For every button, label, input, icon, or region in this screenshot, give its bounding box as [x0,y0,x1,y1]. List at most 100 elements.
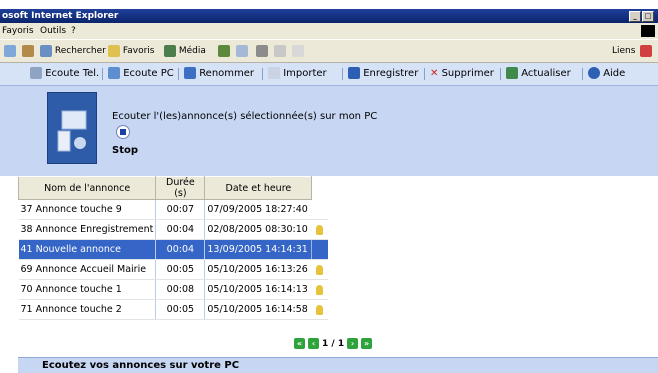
minimize-button[interactable]: _ [629,11,641,22]
actualiser-button[interactable]: Actualiser [506,67,571,81]
table-header-row: Nom de l'annonce Durée (s) Date et heure [17,176,329,200]
column-header-date[interactable]: Date et heure [204,176,313,200]
supprimer-button[interactable]: ✕ Supprimer [430,67,494,81]
maximize-button[interactable]: □ [642,11,654,22]
favorites-button[interactable]: Favoris [108,44,154,58]
app-toolbar: Ecoute Tel. Ecoute PC Renommer Importer … [0,63,658,86]
toolbar-divider [102,68,103,80]
search-label: Rechercher [54,46,106,56]
cell-name: 69 Annonce Accueil Mairie [18,259,156,280]
ecoute-pc-button[interactable]: Ecoute PC [108,67,174,81]
menu-bar: Fayoris Outils ? [0,23,658,39]
toolbar-divider [262,68,263,80]
panel-message: Ecouter l'(les)annonce(s) sélectionnée(s… [112,111,378,122]
column-header-duration[interactable]: Durée (s) [155,176,206,200]
menu-item-favoris[interactable]: Fayoris [2,23,34,39]
cell-name: 41 Nouvelle annonce [18,239,156,260]
table-row[interactable]: 38 Annonce Enregistrement 00:04 02/08/2005… [18,219,329,240]
table-row[interactable]: 69 Annonce Accueil Mairie 00:05 05/10/2005… [18,259,329,280]
menu-item-help[interactable]: ? [71,23,76,39]
cell-duration: 00:07 [155,199,206,220]
action-panel [0,86,658,176]
rename-icon [184,67,196,79]
cell-status [311,299,329,320]
previous-page-icon[interactable]: ‹ [308,338,319,349]
importer-label: Importer [283,68,327,79]
mail-icon[interactable] [236,44,248,58]
cell-duration: 00:08 [155,279,206,300]
stop-button[interactable] [116,125,130,139]
print-icon[interactable] [256,44,268,58]
phone-icon [30,67,42,79]
pager: « ‹ 1 / 1 › » [294,338,373,349]
title-bar: osoft Internet Explorer _ □ [0,9,658,23]
bell-icon [315,304,323,315]
favorites-label: Favoris [122,46,155,56]
cell-status [311,259,329,280]
history-icon[interactable] [218,44,230,58]
table-row[interactable]: 41 Nouvelle annonce 00:04 13/09/2005 14:14… [18,239,329,260]
cell-duration: 00:05 [155,259,206,280]
media-button[interactable]: Média [164,44,206,58]
links-label[interactable]: Liens [612,44,635,58]
toolbar-divider [178,68,179,80]
last-page-icon[interactable]: » [361,338,373,349]
edit-icon[interactable] [274,44,286,58]
home-icon[interactable] [22,44,34,58]
table-row[interactable]: 37 Annonce touche 9 00:07 07/09/2005 18:27… [18,199,329,220]
computer-icon-drawing [57,110,87,152]
windows-logo-icon [641,25,655,37]
media-label: Média [178,46,206,56]
bell-icon [315,284,323,295]
search-button[interactable]: Rechercher [40,44,106,58]
cell-name: 38 Annonce Enregistrement [18,219,156,240]
refresh-icon [506,67,518,79]
import-icon [268,67,280,79]
next-page-icon[interactable]: › [347,338,359,349]
toolbar-divider [342,68,343,80]
page-indicator: 1 / 1 [322,338,345,349]
media-icon [164,44,176,57]
cell-duration: 00:05 [155,299,206,320]
cell-name: 37 Annonce touche 9 [18,199,156,220]
importer-button[interactable]: Importer [268,67,327,81]
bell-icon [315,264,323,275]
toolbar-divider [500,68,501,80]
aide-button[interactable]: Aide [588,67,625,81]
cell-date: 05/10/2005 16:14:58 [204,299,312,320]
ecoute-tel-button[interactable]: Ecoute Tel. [30,67,99,81]
ie-toolbar: Rechercher Favoris Média Liens [0,39,658,63]
enregistrer-label: Enregistrer [363,68,419,79]
supprimer-label: Supprimer [441,68,494,79]
renommer-button[interactable]: Renommer [184,67,254,81]
first-page-icon[interactable]: « [294,338,305,349]
renommer-label: Renommer [199,68,255,79]
bell-icon [315,224,323,235]
links-icon [640,44,652,58]
enregistrer-button[interactable]: Enregistrer [348,67,418,81]
favorites-icon [108,44,120,57]
cell-status [311,219,329,240]
footer-text: Ecoutez vos annonces sur votre PC [42,360,240,371]
cell-date: 02/08/2005 08:30:10 [204,219,312,240]
announcements-table: Nom de l'annonce Durée (s) Date et heure… [17,176,329,320]
computer-icon [108,67,120,79]
search-icon [40,44,52,57]
column-header-name[interactable]: Nom de l'annonce [17,176,157,200]
stop-label[interactable]: Stop [112,145,138,156]
help-icon [588,67,600,79]
actualiser-label: Actualiser [521,68,571,79]
cell-name: 70 Annonce touche 1 [18,279,156,300]
cell-date: 13/09/2005 14:14:31 [204,239,313,260]
cell-date: 07/09/2005 18:27:40 [204,199,312,220]
delete-icon: ✕ [430,68,439,79]
discuss-icon[interactable] [292,44,304,58]
cell-date: 05/10/2005 16:14:13 [204,279,312,300]
aide-label: Aide [603,68,626,79]
refresh-icon[interactable] [4,44,16,58]
browser-window: osoft Internet Explorer _ □ Fayoris Outi… [0,0,658,373]
menu-item-outils[interactable]: Outils [40,23,66,39]
ecoute-tel-label: Ecoute Tel. [45,68,100,79]
table-row[interactable]: 70 Annonce touche 1 00:08 05/10/2005 16:14… [18,279,329,300]
table-row[interactable]: 71 Annonce touche 2 00:05 05/10/2005 16:14… [18,299,329,320]
